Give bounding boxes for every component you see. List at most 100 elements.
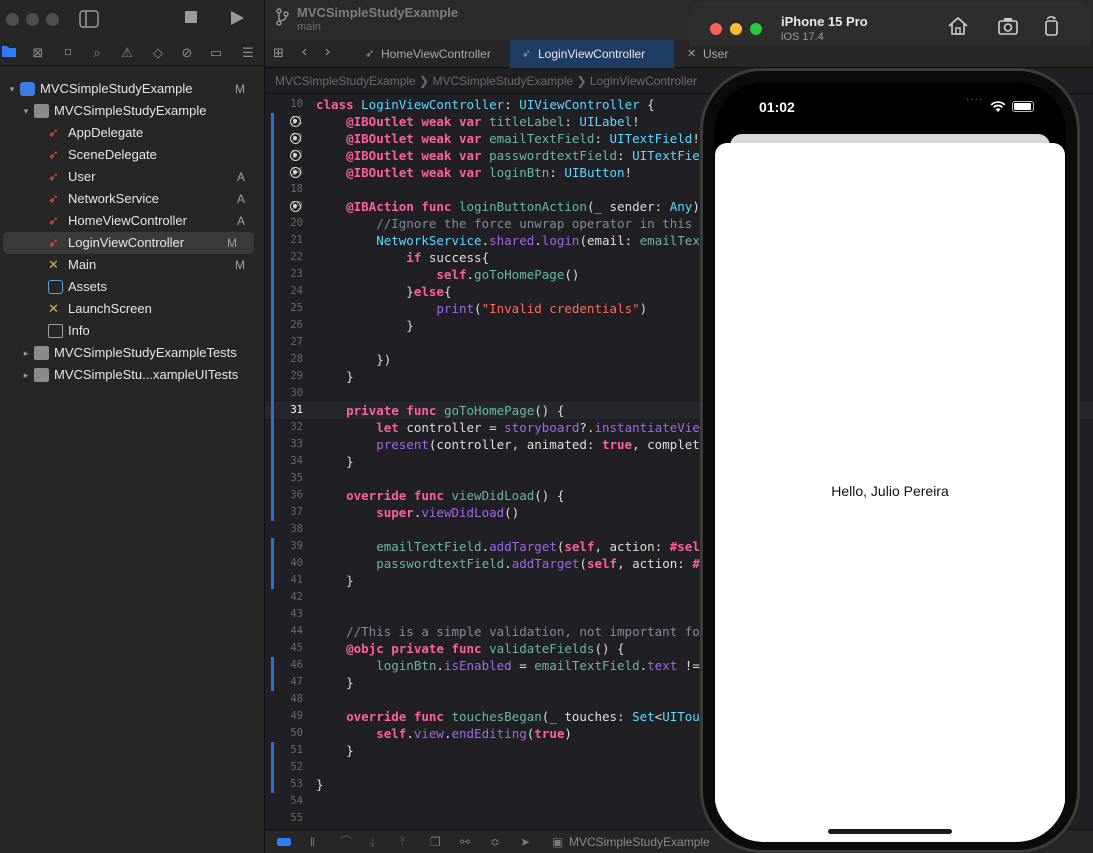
navigator-row[interactable]: ➶ NetworkService A	[0, 188, 265, 210]
source-control-badge: A	[236, 214, 245, 228]
change-bar[interactable]	[271, 657, 274, 691]
code-text: private func goToHomePage() {	[316, 403, 565, 418]
change-bar[interactable]	[271, 538, 274, 589]
zoom-window-button[interactable]	[46, 13, 59, 26]
branch-icon	[275, 8, 289, 31]
sidebar-toggle-icon[interactable]	[79, 10, 99, 34]
navigator-item-label: LoginViewController	[68, 235, 185, 250]
outlet-connection-icon[interactable]	[290, 133, 301, 144]
line-number[interactable]: 44	[265, 623, 303, 640]
chevron-right-icon[interactable]: ▸	[20, 364, 32, 386]
navigator-row[interactable]: Info	[0, 320, 265, 342]
pause-icon[interactable]: ‖	[310, 830, 315, 853]
home-indicator[interactable]	[828, 829, 952, 834]
debug-icon[interactable]: ⊘	[178, 44, 196, 62]
navigator-row[interactable]: ➶ User A	[0, 166, 265, 188]
navigator-item-label: MVCSimpleStu...xampleUITests	[54, 367, 239, 382]
navigator-row[interactable]: ▾ MVCSimpleStudyExample	[0, 100, 265, 122]
source-control-badge: M	[227, 236, 237, 250]
step-out-icon[interactable]: ⤒	[400, 830, 405, 853]
line-number[interactable]: 10	[265, 96, 303, 113]
navigator-item-label: Info	[68, 323, 90, 338]
navigator-row[interactable]: ➶ HomeViewController A	[0, 210, 265, 232]
home-view-controller-sheet[interactable]: Hello, Julio Pereira	[715, 143, 1065, 842]
forward-chevron-icon[interactable]: ›	[325, 43, 330, 60]
folder-icon[interactable]	[0, 44, 18, 62]
line-number[interactable]: 49	[265, 708, 303, 725]
source-control-badge: A	[236, 192, 245, 206]
back-chevron-icon[interactable]: ‹	[302, 43, 307, 60]
location-icon[interactable]: ➤	[520, 830, 530, 853]
tab-homeviewcontroller[interactable]: ➶ HomeViewController	[353, 40, 509, 68]
change-bar[interactable]	[271, 402, 274, 487]
swift-file-icon: ➶	[48, 191, 59, 206]
swift-file-icon: ➶	[48, 147, 59, 162]
navigator-item-label: AppDelegate	[68, 125, 144, 140]
outlet-connection-icon[interactable]	[290, 150, 301, 161]
navigator-row[interactable]: ▸ MVCSimpleStu...xampleUITests	[0, 364, 265, 386]
chevron-down-icon[interactable]: ▾	[6, 78, 18, 100]
issue-warning-icon[interactable]: ⚠	[118, 44, 136, 62]
close-window-button[interactable]	[6, 13, 19, 26]
environment-icon[interactable]: ≎	[490, 830, 500, 853]
navigator-row[interactable]: Assets	[0, 276, 265, 298]
branch-name: main	[297, 21, 321, 33]
navigator-row[interactable]: ➶ AppDelegate	[0, 122, 265, 144]
chevron-down-icon[interactable]: ▾	[20, 100, 32, 122]
plist-icon	[48, 324, 63, 338]
outlet-connection-icon[interactable]	[290, 116, 301, 127]
navigator-row[interactable]: ➶ SceneDelegate	[0, 144, 265, 166]
view-debugger-icon[interactable]: ❐	[430, 830, 441, 853]
iphone-screen[interactable]: 01:02 ···· Hello, Julio Pereira	[714, 82, 1066, 842]
minimize-window-button[interactable]	[26, 13, 39, 26]
change-bar[interactable]	[271, 742, 274, 793]
xcode-project-icon	[20, 82, 35, 96]
grid-icon[interactable]: ⊞	[273, 45, 284, 61]
source-control-icon[interactable]: ⊠	[29, 44, 47, 62]
line-number[interactable]: 43	[265, 606, 303, 623]
tab-loginviewcontroller[interactable]: ➶ LoginViewController	[510, 40, 674, 68]
chevron-right-icon[interactable]: ▸	[20, 342, 32, 364]
memory-graph-icon[interactable]: ⚯	[460, 830, 470, 853]
outlet-connection-icon[interactable]	[290, 167, 301, 178]
navigator-row[interactable]: ✕ Main M	[0, 254, 265, 276]
line-number[interactable]: 54	[265, 793, 303, 810]
simulator-title-bar: iPhone 15 Pro iOS 17.4	[690, 2, 1090, 46]
line-number[interactable]: 45	[265, 640, 303, 657]
step-into-icon[interactable]: ⤓	[370, 830, 375, 853]
code-text: @IBOutlet weak var titleLabel: UILabel!	[316, 114, 640, 129]
device-name: iPhone 15 Pro	[781, 14, 868, 29]
sim-zoom-button[interactable]	[750, 23, 762, 35]
code-text: self.goToHomePage()	[316, 267, 580, 282]
code-text: @IBAction func loginButtonAction(_ sende…	[316, 199, 715, 214]
sim-close-button[interactable]	[710, 23, 722, 35]
bookmark-icon[interactable]: ⌑	[59, 44, 77, 62]
code-text: emailTextField.addTarget(self, action: #…	[316, 539, 745, 554]
test-diamond-icon[interactable]: ◇	[149, 44, 167, 62]
sim-minimize-button[interactable]	[730, 23, 742, 35]
navigator-item-label: NetworkService	[68, 191, 160, 206]
find-icon[interactable]: ⌕	[88, 44, 106, 62]
navigator-item-label: MVCSimpleStudyExample	[40, 81, 193, 96]
outlet-connection-icon[interactable]	[290, 201, 301, 212]
line-number[interactable]: 38	[265, 521, 303, 538]
navigator-row[interactable]: ➶ LoginViewController M	[3, 232, 254, 254]
step-over-icon[interactable]: ⌒	[340, 830, 352, 853]
home-icon[interactable]	[947, 16, 969, 41]
code-text: override func viewDidLoad() {	[316, 488, 565, 503]
line-number[interactable]: 55	[265, 810, 303, 827]
console-toggle-icon[interactable]	[277, 838, 291, 846]
run-icon[interactable]	[229, 10, 245, 32]
code-text: self.view.endEditing(true)	[316, 726, 572, 741]
navigator-row[interactable]: ✕ LaunchScreen	[0, 298, 265, 320]
stop-icon[interactable]	[184, 10, 198, 30]
line-number[interactable]: 42	[265, 589, 303, 606]
line-number[interactable]: 48	[265, 691, 303, 708]
navigator-row[interactable]: ▸ MVCSimpleStudyExampleTests	[0, 342, 265, 364]
rotate-icon[interactable]	[1043, 15, 1061, 42]
breakpoint-icon[interactable]: ▭	[207, 44, 225, 62]
screenshot-icon[interactable]	[997, 16, 1019, 41]
navigator-row[interactable]: ▾ MVCSimpleStudyExample M	[0, 78, 265, 100]
report-icon[interactable]: ☰	[239, 44, 257, 62]
line-number[interactable]: 50	[265, 725, 303, 742]
